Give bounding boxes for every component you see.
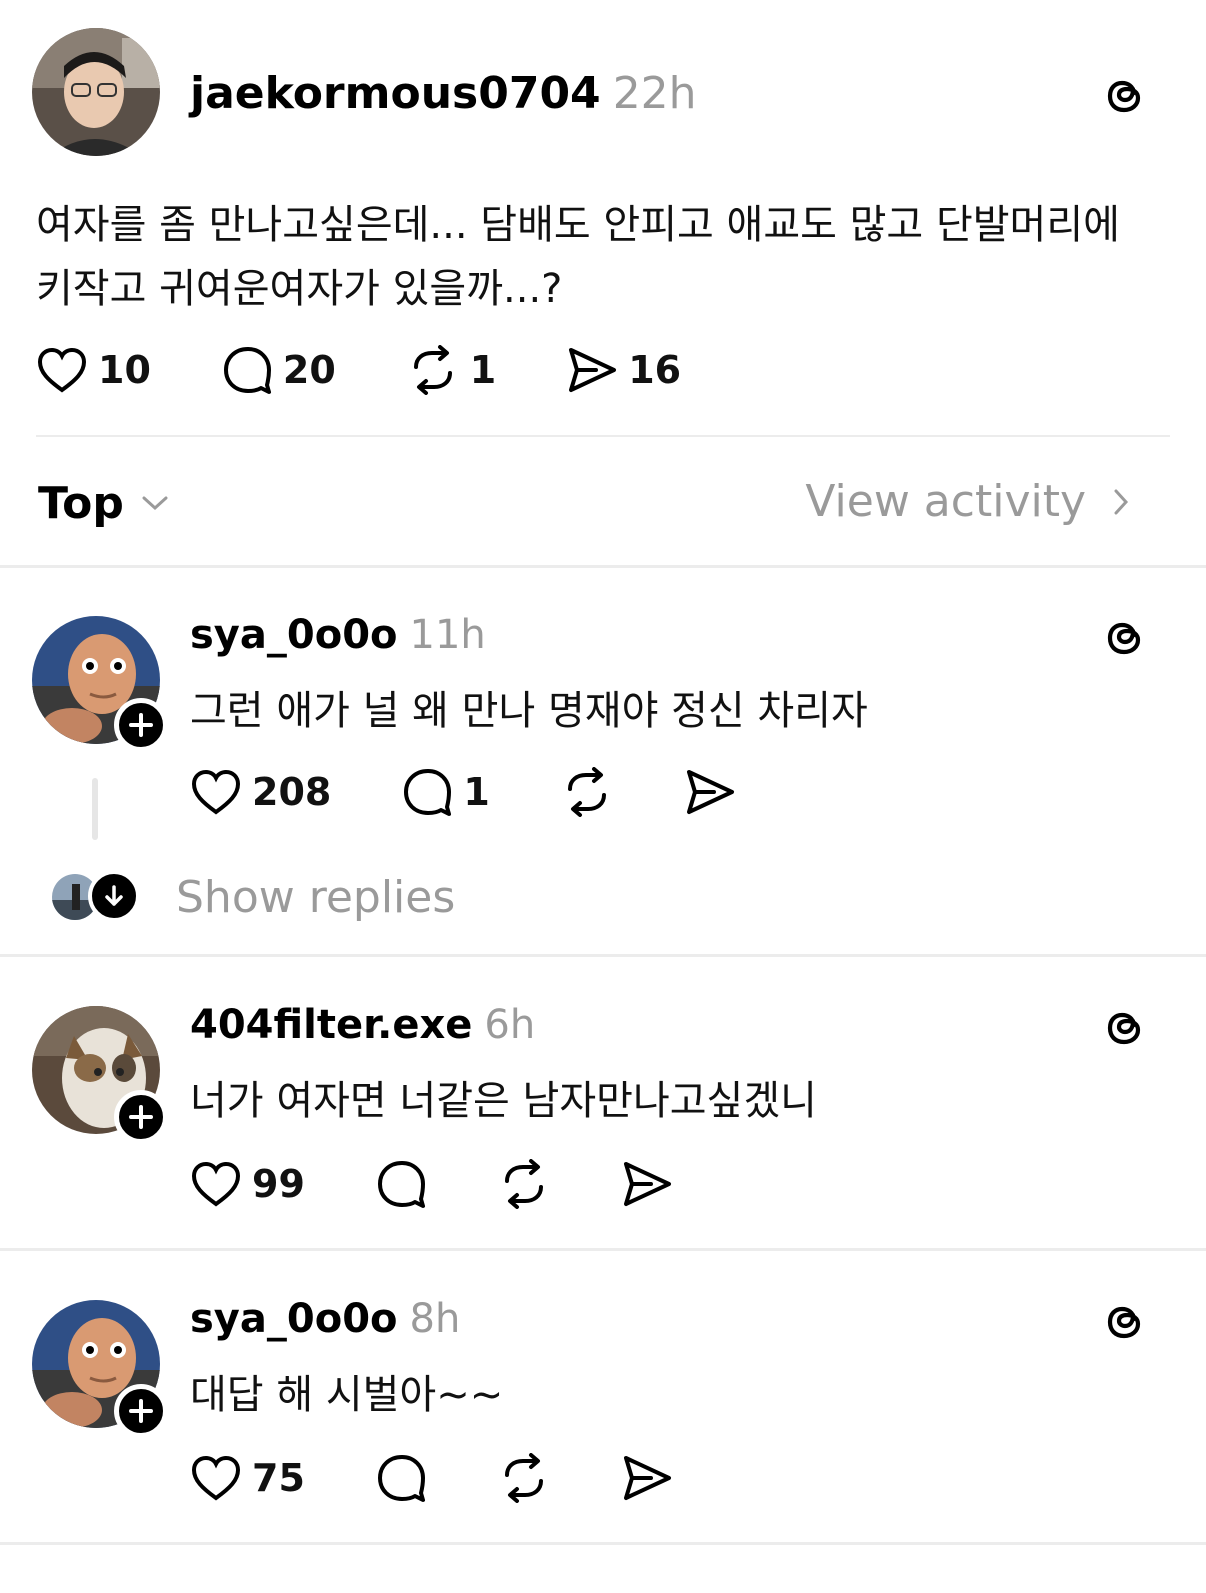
repost-count: 1 — [469, 348, 497, 392]
reply-actions: 75 — [190, 1450, 673, 1506]
like-button[interactable]: 99 — [190, 1160, 305, 1208]
reply-text: 그런 애가 널 왜 만나 명재야 정신 차리자 — [190, 688, 868, 734]
comment-bubble-icon — [404, 769, 452, 816]
comment-bubble-icon — [377, 1455, 425, 1502]
username-text[interactable]: sya_0o0o — [190, 612, 398, 658]
follow-button[interactable] — [114, 1090, 168, 1144]
thread-line — [92, 778, 98, 840]
share-button[interactable] — [621, 1454, 673, 1502]
post-text-line-1: 여자를 좀 만나고싶은데... 담배도 안피고 애교도 많고 단발머리에 — [36, 202, 1120, 248]
send-icon — [623, 1162, 671, 1206]
reply-actions: 99 — [190, 1156, 673, 1212]
follow-button[interactable] — [114, 1384, 168, 1438]
like-count: 99 — [252, 1162, 305, 1206]
plus-icon — [129, 1105, 153, 1129]
threads-logo-icon — [1107, 1306, 1141, 1339]
reply-text: 너가 여자면 너같은 남자만나고싶겠니 — [190, 1078, 817, 1124]
reply-username[interactable]: 404filter.exe 6h — [190, 1002, 535, 1048]
post-actions: 10 20 1 16 — [36, 342, 681, 398]
sort-dropdown[interactable]: Top — [38, 478, 172, 529]
section-divider — [0, 565, 1206, 568]
threads-logo-icon — [1107, 80, 1141, 113]
chevron-right-icon — [1114, 489, 1129, 514]
like-count: 208 — [252, 770, 332, 814]
comment-bubble-icon — [377, 1161, 425, 1208]
username-text[interactable]: 404filter.exe — [190, 1002, 472, 1048]
send-icon — [686, 770, 734, 814]
follow-button[interactable] — [114, 698, 168, 752]
view-activity-link[interactable]: View activity — [805, 476, 1136, 527]
sort-label: Top — [38, 478, 124, 529]
threads-logo-icon — [1107, 622, 1141, 655]
reply-username[interactable]: sya_0o0o 8h — [190, 1296, 460, 1342]
share-button[interactable]: 16 — [566, 346, 681, 394]
section-divider — [0, 954, 1206, 957]
author-username[interactable]: jaekormous0704 22h — [190, 68, 697, 119]
repost-button[interactable]: 1 — [406, 345, 496, 395]
repost-button[interactable] — [497, 1159, 551, 1209]
send-icon — [623, 1456, 671, 1500]
share-count: 16 — [628, 348, 682, 392]
comment-count: 1 — [463, 770, 490, 814]
reply-actions: 208 1 — [190, 764, 736, 820]
comment-button[interactable] — [375, 1453, 427, 1503]
repost-icon — [413, 345, 452, 395]
repost-button[interactable] — [560, 767, 614, 817]
author-avatar[interactable] — [32, 28, 160, 156]
like-count: 75 — [252, 1456, 305, 1500]
section-divider — [0, 1248, 1206, 1251]
view-activity-label: View activity — [805, 476, 1086, 527]
comment-button[interactable] — [375, 1159, 427, 1209]
share-button[interactable] — [621, 1160, 673, 1208]
reply-time: 11h — [409, 612, 486, 658]
share-button[interactable] — [684, 768, 736, 816]
plus-icon — [129, 713, 153, 737]
plus-icon — [129, 1399, 153, 1423]
reply-username[interactable]: sya_0o0o 11h — [190, 612, 486, 658]
chevron-down-icon — [142, 496, 168, 510]
arrow-down-icon — [105, 885, 123, 906]
comment-button[interactable]: 20 — [221, 345, 336, 395]
like-button[interactable]: 75 — [190, 1454, 305, 1502]
repost-button[interactable] — [497, 1453, 551, 1503]
repost-icon — [504, 1453, 543, 1503]
like-count: 10 — [98, 348, 151, 392]
comment-bubble-icon — [223, 347, 271, 394]
heart-icon — [191, 769, 241, 815]
heart-icon — [191, 1161, 241, 1207]
section-divider — [0, 1542, 1206, 1545]
post-text-line-2: 키작고 귀여운여자가 있을까...? — [36, 266, 563, 312]
threads-logo-icon — [1107, 1012, 1141, 1045]
divider — [36, 435, 1170, 437]
expand-replies-badge[interactable] — [88, 870, 140, 922]
show-replies-link[interactable]: Show replies — [176, 872, 455, 923]
reply-time: 8h — [409, 1296, 461, 1342]
heart-icon — [37, 347, 87, 393]
reply-time: 6h — [484, 1002, 536, 1048]
comment-count: 20 — [282, 348, 336, 392]
reply-text: 대답 해 시벌아~~ — [190, 1372, 504, 1418]
post-time: 22h — [612, 68, 697, 119]
comment-button[interactable]: 1 — [401, 767, 490, 817]
heart-icon — [191, 1455, 241, 1501]
username-text[interactable]: jaekormous0704 — [190, 68, 601, 119]
username-text[interactable]: sya_0o0o — [190, 1296, 398, 1342]
send-icon — [569, 348, 617, 392]
repost-icon — [567, 767, 606, 817]
like-button[interactable]: 10 — [36, 346, 151, 394]
like-button[interactable]: 208 — [190, 768, 331, 816]
repost-icon — [504, 1159, 543, 1209]
